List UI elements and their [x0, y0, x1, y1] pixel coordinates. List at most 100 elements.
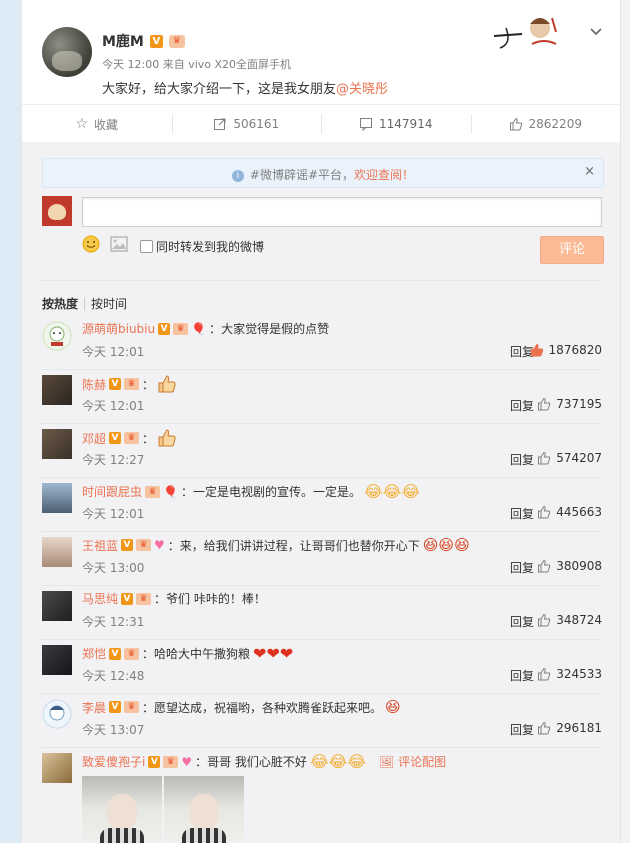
comment-text: ：	[142, 431, 155, 446]
verified-badge-icon: V	[109, 378, 122, 390]
reply-button[interactable]: 回复	[510, 721, 534, 738]
reply-button[interactable]: 回复	[510, 667, 534, 684]
reply-button[interactable]: 回复	[510, 397, 534, 414]
avatar[interactable]	[42, 753, 72, 783]
comment-like-button[interactable]: 574207	[537, 451, 602, 465]
star-icon: ☆	[75, 116, 89, 132]
comment-item: 源萌萌biubiu V ♛ 🎈 ：大家觉得是假的点赞 今天 12:01 回复 1…	[42, 316, 602, 370]
comment-like-button[interactable]: 445663	[537, 505, 602, 519]
tab-sort-time[interactable]: 按时间	[84, 297, 128, 311]
avatar[interactable]	[42, 321, 72, 351]
author-name[interactable]: M鹿M	[102, 31, 144, 51]
reply-button[interactable]: 回复	[510, 559, 534, 576]
avatar[interactable]	[42, 645, 72, 675]
repost-button[interactable]: 506161	[171, 105, 322, 143]
like-button[interactable]: 2862209	[470, 105, 621, 143]
comment-author[interactable]: 王祖蓝	[82, 537, 118, 554]
balloon-icon: 🎈	[191, 321, 207, 336]
comment-header: 郑恺 V ♛ ：哈哈大中午撒狗粮 ❤❤❤	[82, 644, 293, 663]
comment-time: 今天 12:01	[82, 399, 145, 413]
verified-badge: V	[149, 34, 163, 48]
vip-badge-icon: ♛	[145, 485, 161, 498]
comment-author[interactable]: 李晨	[82, 699, 106, 716]
rumor-notice: i #微博辟谣#平台，欢迎查阅！ ×	[42, 158, 604, 188]
comment-button[interactable]: 1147914	[321, 105, 471, 143]
avatar[interactable]	[42, 537, 72, 567]
thumb-up-icon	[538, 397, 551, 411]
comment-header: 源萌萌biubiu V ♛ 🎈 ：大家觉得是假的点赞	[82, 320, 329, 337]
avatar[interactable]	[42, 429, 72, 459]
reply-button[interactable]: 回复	[510, 613, 534, 630]
vip-badge-icon: ♛	[136, 539, 152, 551]
comment-text: ：来，给我们讲讲过程，让哥哥们也替你开心下	[167, 538, 420, 553]
author-avatar[interactable]	[42, 27, 92, 77]
comment-time: 今天 12:01	[82, 345, 145, 359]
comment-like-button[interactable]: 1876820	[530, 343, 602, 357]
comment-like-button[interactable]: 348724	[537, 613, 602, 627]
forward-checkbox[interactable]	[140, 240, 153, 253]
image-upload-icon[interactable]	[110, 236, 128, 252]
current-user-avatar	[42, 196, 72, 226]
comment-time: 今天 13:00	[82, 561, 145, 575]
reply-button[interactable]: 回复	[510, 451, 534, 468]
emoji-icon[interactable]	[82, 235, 100, 253]
verified-badge-icon: V	[121, 539, 134, 551]
cartoon-avatar-icon	[42, 699, 72, 729]
forward-label: 同时转发到我的微博	[156, 240, 265, 254]
tab-sort-hot[interactable]: 按热度	[42, 297, 78, 311]
info-icon: i	[231, 169, 244, 182]
favorite-button[interactable]: ☆ 收藏	[22, 105, 172, 143]
comment-header: 王祖蓝 V ♛ ♥ ：来，给我们讲讲过程，让哥哥们也替你开心下 😆😆😆	[82, 536, 470, 554]
comment-image-link[interactable]: 🖼 评论配图	[379, 753, 446, 770]
comment-header: 邓超 V ♛ ：	[82, 428, 177, 448]
comment-item: 邓超 V ♛ ： 今天 12:27 回复 574207	[42, 424, 602, 478]
submit-comment-button[interactable]: 评论	[540, 236, 604, 264]
post-meta: 今天 12:00 来自 vivo X20全面屏手机	[102, 58, 292, 71]
avatar[interactable]	[42, 699, 72, 729]
post-text: 大家好，给大家介绍一下，这是我女朋友@关晓彤	[102, 78, 388, 97]
comment-author[interactable]: 郑恺	[82, 645, 106, 662]
comment-header: 马思纯 V ♛ ：爷们 咔咔的！棒！	[82, 590, 266, 607]
comment-text: ：愿望达成，祝福哟，各种欢腾雀跃起来吧。	[142, 700, 383, 715]
comment-text: ：爷们 咔咔的！棒！	[154, 592, 266, 606]
repost-count: 506161	[233, 117, 280, 131]
vip-badge-icon: ♛	[124, 701, 140, 713]
comment-sort-tabs: 按热度 按时间	[42, 280, 602, 312]
comment-input[interactable]	[82, 197, 602, 227]
comment-header: 李晨 V ♛ ：愿望达成，祝福哟，各种欢腾雀跃起来吧。 😆	[82, 698, 401, 716]
close-icon[interactable]: ×	[584, 164, 595, 179]
comment-time: 今天 12:48	[82, 669, 145, 683]
comment-like-count: 296181	[556, 721, 602, 735]
comment-item: 王祖蓝 V ♛ ♥ ：来，给我们讲讲过程，让哥哥们也替你开心下 😆😆😆 今天 1…	[42, 532, 602, 586]
comment-author[interactable]: 时间跟屁虫	[82, 483, 142, 500]
notice-link[interactable]: 欢迎查阅！	[354, 168, 414, 182]
avatar[interactable]	[42, 483, 72, 513]
vip-badge-icon: ♛	[124, 647, 140, 660]
author-row: M鹿M V ♛	[102, 31, 185, 51]
comment-author[interactable]: 致爱傻孢子i	[82, 753, 145, 770]
notice-text: i #微博辟谣#平台，欢迎查阅！	[43, 166, 603, 183]
thumbs-up-emoji-icon	[158, 375, 176, 393]
comment-image-thumbnail[interactable]	[164, 776, 244, 843]
thumb-up-icon	[538, 721, 551, 735]
avatar[interactable]	[42, 375, 72, 405]
post-action-bar: ☆ 收藏 506161 1147914 2862209	[22, 104, 620, 144]
heart-badge-icon: ♥	[154, 538, 165, 552]
comment-like-button[interactable]: 737195	[537, 397, 602, 411]
comment-like-button[interactable]: 380908	[537, 559, 602, 573]
comment-image-thumbnail[interactable]	[82, 776, 162, 843]
chevron-down-icon[interactable]	[588, 23, 604, 39]
comment-like-button[interactable]: 324533	[537, 667, 602, 681]
reply-button[interactable]: 回复	[510, 505, 534, 522]
avatar[interactable]	[42, 591, 72, 621]
comment-like-count: 737195	[556, 397, 602, 411]
comment-author[interactable]: 源萌萌biubiu	[82, 320, 155, 337]
grin-emoji-icon: 😆	[385, 698, 401, 716]
comment-author[interactable]: 陈赫	[82, 376, 106, 393]
comment-images	[82, 776, 244, 843]
comment-author[interactable]: 邓超	[82, 430, 106, 447]
comment-author[interactable]: 马思纯	[82, 590, 118, 607]
comment-text: ：	[142, 377, 155, 392]
mention-link[interactable]: @关晓彤	[336, 82, 388, 97]
comment-like-button[interactable]: 296181	[537, 721, 602, 735]
